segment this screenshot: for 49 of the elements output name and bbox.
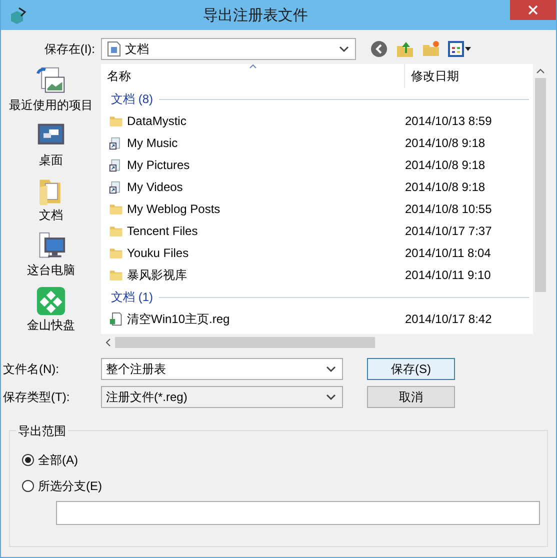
radio-option[interactable]: 所选分支(E) xyxy=(22,475,102,497)
column-header[interactable]: 修改日期 xyxy=(405,68,459,84)
file-row[interactable]: DataMystic 2014/10/13 8:59 xyxy=(101,110,533,132)
view-menu-icon[interactable] xyxy=(448,40,472,58)
shortcut-folder-icon xyxy=(109,158,123,172)
file-row[interactable]: My Pictures 2014/10/8 9:18 xyxy=(101,154,533,176)
file-name-label: 文件名(N): xyxy=(2,360,60,378)
sidebar-place[interactable]: 最近使用的项目 xyxy=(9,66,93,112)
group-title: 导出范围 xyxy=(16,423,68,440)
sidebar-place[interactable]: 桌面 xyxy=(36,121,66,167)
radio-option[interactable]: 全部(A) xyxy=(22,449,78,471)
save-button[interactable]: 保存(S) xyxy=(367,358,455,380)
folder-icon xyxy=(109,114,123,128)
folder-icon xyxy=(109,268,123,282)
cancel-button[interactable]: 取消 xyxy=(367,386,455,408)
file-row[interactable]: My Videos 2014/10/8 9:18 xyxy=(101,176,533,198)
file-row[interactable]: Youku Files 2014/10/11 8:04 xyxy=(101,242,533,264)
save-in-label: 保存在(I): xyxy=(43,40,96,58)
group-header[interactable]: 文档 (8) xyxy=(111,90,153,108)
registry-file-icon xyxy=(109,312,123,326)
window-title: 导出注册表文件 xyxy=(202,6,309,24)
file-row[interactable]: Tencent Files 2014/10/17 7:37 xyxy=(101,220,533,242)
file-name-field[interactable]: 整个注册表 xyxy=(101,358,343,380)
folder-icon xyxy=(109,202,123,216)
file-row[interactable]: 清空Win10主页.reg 2014/10/17 8:42 xyxy=(101,308,533,330)
file-row[interactable]: My Weblog Posts 2014/10/8 10:55 xyxy=(101,198,533,220)
branch-input-field[interactable] xyxy=(56,501,540,525)
shortcut-folder-icon xyxy=(109,136,123,150)
group-header[interactable]: 文档 (1) xyxy=(111,288,153,306)
save-in-dropdown[interactable]: 文档 xyxy=(101,38,356,60)
new-folder-icon[interactable] xyxy=(422,40,440,58)
close-icon xyxy=(528,5,538,15)
shortcut-folder-icon xyxy=(109,180,123,194)
kuaipan-app-icon xyxy=(36,286,66,316)
column-header[interactable]: 名称 xyxy=(101,64,405,88)
file-row[interactable]: 暴风影视库 2014/10/11 9:10 xyxy=(101,264,533,286)
folder-icon xyxy=(109,246,123,260)
folder-icon xyxy=(109,224,123,238)
sidebar-place[interactable]: 这台电脑 xyxy=(27,231,75,277)
file-type-label: 保存类型(T): xyxy=(2,388,71,406)
close-button[interactable] xyxy=(510,0,556,20)
sidebar-place[interactable]: 文档 xyxy=(36,176,66,222)
up-folder-icon[interactable] xyxy=(396,40,414,58)
registry-editor-icon xyxy=(9,6,27,24)
document-icon xyxy=(107,41,121,57)
file-row[interactable]: My Music 2014/10/8 9:18 xyxy=(101,132,533,154)
back-icon[interactable] xyxy=(370,40,388,58)
sidebar-place[interactable]: 金山快盘 xyxy=(27,286,75,332)
file-type-dropdown[interactable]: 注册文件(*.reg) xyxy=(101,386,343,408)
